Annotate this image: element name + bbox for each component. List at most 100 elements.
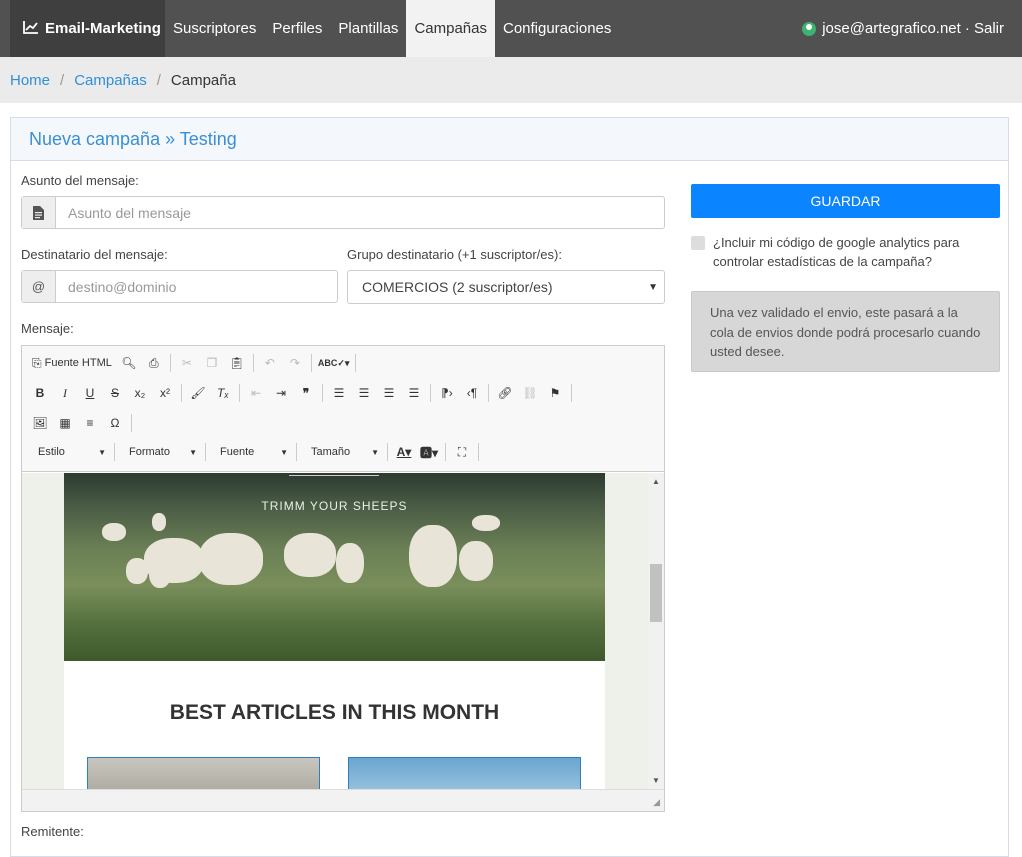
special-char-icon[interactable]: Ω [103, 412, 127, 434]
toolbar-divider [488, 384, 489, 402]
caret-down-icon: ▼ [280, 447, 288, 457]
bg-color-icon[interactable]: 🅰︎▾ [417, 441, 441, 463]
toolbar-divider [571, 384, 572, 402]
cut-icon[interactable]: ✂ [175, 352, 199, 374]
align-left-icon[interactable]: ☰ [327, 382, 351, 404]
table-icon[interactable]: ▦ [53, 412, 77, 434]
toolbar-divider [387, 443, 388, 461]
nav-suscriptores[interactable]: Suscriptores [165, 0, 264, 57]
info-box: Una vez validado el envio, este pasará a… [691, 291, 1000, 372]
scrollbar-thumb[interactable] [650, 564, 662, 622]
format-combo[interactable]: Formato ▼ [119, 441, 201, 463]
style-combo[interactable]: Estilo ▼ [28, 441, 110, 463]
maximize-icon[interactable]: ⛶ [450, 441, 474, 463]
copy-format-icon[interactable]: 🖌︎ [186, 382, 210, 404]
articles-heading: BEST ARTICLES IN THIS MONTH [169, 701, 500, 724]
scroll-down-icon[interactable]: ▼ [648, 776, 664, 785]
card-title: Nueva campaña » Testing [11, 118, 1008, 161]
logout-link[interactable]: · Salir [965, 20, 1004, 37]
hero-caption: TRIMM YOUR SHEEPS [261, 499, 408, 513]
source-html-button[interactable]: ⎘ Fuente HTML [28, 352, 116, 374]
subject-input[interactable] [56, 197, 664, 228]
italic-icon[interactable]: I [53, 382, 77, 404]
paste-icon[interactable]: 📋︎ [225, 352, 249, 374]
editor-scrollbar[interactable]: ▲ ▼ [648, 473, 664, 789]
group-select[interactable]: COMERCIOS (2 suscriptor/es) ▼ [347, 270, 665, 304]
text-color-icon[interactable]: A▾ [392, 441, 416, 463]
font-combo-label: Fuente [220, 446, 255, 458]
toolbar-divider [322, 384, 323, 402]
ltr-icon[interactable]: ⁋› [435, 382, 459, 404]
superscript-icon[interactable]: x² [153, 382, 177, 404]
breadcrumb-separator: / [60, 71, 65, 89]
bold-icon[interactable]: B [28, 382, 52, 404]
caret-down-icon: ▼ [98, 447, 106, 457]
redo-icon[interactable]: ↷ [283, 352, 307, 374]
scroll-up-icon[interactable]: ▲ [648, 477, 664, 486]
remove-format-icon[interactable]: Tₓ [211, 382, 235, 404]
underline-icon[interactable]: U [78, 382, 102, 404]
align-center-icon[interactable]: ☰ [352, 382, 376, 404]
font-combo[interactable]: Fuente ▼ [210, 441, 292, 463]
breadcrumb-campaigns[interactable]: Campañas [74, 72, 147, 89]
link-icon[interactable]: 🔗︎ [493, 382, 517, 404]
editor-statusbar: ◢ [22, 789, 664, 811]
strikethrough-icon[interactable]: S [103, 382, 127, 404]
campaign-card: Nueva campaña » Testing Asunto del mensa… [10, 117, 1009, 857]
brand-label: Email-Marketing [45, 20, 161, 37]
spellcheck-icon[interactable]: ABC✓▾ [316, 352, 352, 374]
user-menu: jose@artegrafico.net · Salir [802, 0, 1004, 57]
user-email-link[interactable]: jose@artegrafico.net [822, 20, 961, 37]
nav-configuraciones[interactable]: Configuraciones [495, 0, 619, 57]
toolbar-divider [310, 354, 312, 372]
toolbar-divider [169, 354, 171, 372]
size-combo[interactable]: Tamaño ▼ [301, 441, 383, 463]
nav-links: Suscriptores Perfiles Plantillas Campaña… [165, 0, 619, 57]
size-combo-label: Tamaño [311, 446, 351, 458]
breadcrumb: Home / Campañas / Campaña [0, 57, 1022, 103]
indent-icon[interactable]: ⇥ [269, 382, 293, 404]
breadcrumb-home[interactable]: Home [10, 72, 50, 89]
rtl-icon[interactable]: ‹¶ [460, 382, 484, 404]
at-icon: @ [22, 271, 56, 302]
format-combo-label: Formato [129, 446, 170, 458]
toolbar-divider [445, 443, 446, 461]
save-button[interactable]: GUARDAR [691, 184, 1000, 218]
source-html-label: Fuente HTML [44, 357, 112, 369]
undo-icon[interactable]: ↶ [258, 352, 282, 374]
nav-campanas[interactable]: Campañas [406, 0, 495, 57]
nav-perfiles[interactable]: Perfiles [264, 0, 330, 57]
copy-icon[interactable]: ❐ [200, 352, 224, 374]
group-select-value: COMERCIOS (2 suscriptor/es) [362, 279, 553, 295]
user-circle-icon [802, 21, 817, 36]
subject-group [21, 196, 665, 229]
source-icon: ⎘ [32, 355, 42, 370]
article-thumbnail [348, 757, 581, 789]
recipient-input[interactable] [56, 271, 337, 302]
editor-content-area[interactable]: TRIMM YOUR SHEEPS BEST ARTICLES IN THIS … [22, 473, 648, 789]
group-label: Grupo destinatario (+1 suscriptor/es): [347, 247, 562, 262]
caret-down-icon: ▼ [189, 447, 197, 457]
analytics-checkbox[interactable] [691, 236, 705, 250]
message-label: Mensaje: [21, 321, 74, 336]
align-right-icon[interactable]: ☰ [377, 382, 401, 404]
preview-icon[interactable]: 🔍︎ [117, 352, 141, 374]
image-icon[interactable]: 🖼︎ [28, 412, 52, 434]
toolbar-divider [252, 354, 254, 372]
outdent-icon[interactable]: ⇤ [244, 382, 268, 404]
justify-icon[interactable]: ☰ [402, 382, 426, 404]
subscript-icon[interactable]: x₂ [128, 382, 152, 404]
brand-link[interactable]: Email-Marketing [10, 0, 165, 57]
unlink-icon[interactable]: ⛓ [518, 382, 542, 404]
breadcrumb-separator: / [156, 71, 161, 89]
email-template-body: TRIMM YOUR SHEEPS BEST ARTICLES IN THIS … [64, 473, 605, 789]
resize-handle-icon[interactable]: ◢ [653, 797, 660, 808]
horizontal-line-icon[interactable]: ≡ [78, 412, 102, 434]
toolbar-divider [114, 443, 115, 461]
anchor-flag-icon[interactable]: ⚑ [543, 382, 567, 404]
print-icon[interactable]: ⎙ [142, 352, 166, 374]
nav-plantillas[interactable]: Plantillas [330, 0, 406, 57]
breadcrumb-current: Campaña [170, 71, 236, 89]
blockquote-icon[interactable]: ❞ [294, 382, 318, 404]
sheep-hero-image: TRIMM YOUR SHEEPS [64, 473, 605, 661]
